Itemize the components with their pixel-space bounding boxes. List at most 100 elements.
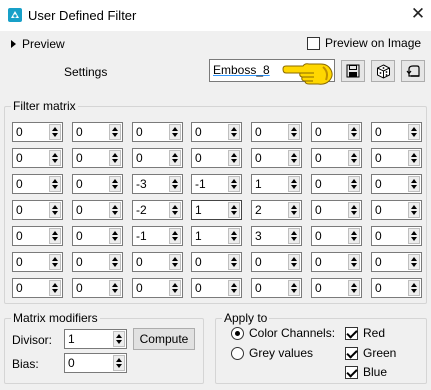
spin-up-icon[interactable] — [409, 125, 419, 132]
spin-down-icon[interactable] — [289, 184, 299, 191]
matrix-cell[interactable]: 0 — [371, 148, 422, 168]
matrix-cell[interactable]: 0 — [72, 226, 123, 246]
spin-up-icon[interactable] — [289, 125, 299, 132]
matrix-cell[interactable]: -1 — [132, 226, 183, 246]
matrix-cell-value[interactable]: 0 — [372, 201, 408, 219]
matrix-cell[interactable]: 0 — [371, 252, 422, 272]
bias-value[interactable]: 0 — [65, 354, 113, 372]
spin-up-icon[interactable] — [349, 203, 359, 210]
spin-down-icon[interactable] — [170, 288, 180, 295]
matrix-cell-value[interactable]: 0 — [133, 279, 169, 297]
matrix-cell[interactable]: 0 — [132, 122, 183, 142]
matrix-cell-spinner[interactable] — [288, 254, 300, 270]
spin-down-icon[interactable] — [50, 288, 60, 295]
matrix-cell[interactable]: 0 — [132, 278, 183, 298]
matrix-cell[interactable]: 0 — [72, 252, 123, 272]
spin-up-icon[interactable] — [110, 281, 120, 288]
spin-down-icon[interactable] — [229, 236, 239, 243]
matrix-cell-spinner[interactable] — [408, 280, 420, 296]
spin-down-icon[interactable] — [50, 262, 60, 269]
matrix-cell-spinner[interactable] — [49, 124, 61, 140]
grey-values-radio[interactable]: Grey values — [231, 346, 313, 360]
spin-up-icon[interactable] — [50, 151, 60, 158]
matrix-cell-spinner[interactable] — [109, 202, 121, 218]
spin-down-icon[interactable] — [289, 158, 299, 165]
matrix-cell-value[interactable]: 0 — [73, 201, 109, 219]
matrix-cell-spinner[interactable] — [348, 124, 360, 140]
matrix-cell-spinner[interactable] — [49, 228, 61, 244]
spin-down-icon[interactable] — [110, 236, 120, 243]
spin-down-icon[interactable] — [349, 236, 359, 243]
matrix-cell-spinner[interactable] — [288, 176, 300, 192]
spin-up-icon[interactable] — [229, 203, 239, 210]
spin-up-icon[interactable] — [289, 151, 299, 158]
spin-down-icon[interactable] — [229, 132, 239, 139]
spin-up-icon[interactable] — [409, 151, 419, 158]
matrix-cell-value[interactable]: 0 — [372, 149, 408, 167]
spin-down-icon[interactable] — [50, 132, 60, 139]
spin-up-icon[interactable] — [349, 229, 359, 236]
matrix-cell[interactable]: 0 — [191, 252, 242, 272]
matrix-cell[interactable]: 3 — [251, 226, 302, 246]
preview-on-image-checkbox[interactable]: Preview on Image — [307, 36, 421, 50]
red-check-box[interactable] — [345, 326, 358, 340]
matrix-cell-spinner[interactable] — [228, 150, 240, 166]
matrix-cell-spinner[interactable] — [348, 254, 360, 270]
matrix-cell-spinner[interactable] — [109, 150, 121, 166]
spin-down-icon[interactable] — [349, 158, 359, 165]
matrix-cell-value[interactable]: 0 — [372, 279, 408, 297]
matrix-cell[interactable]: 0 — [191, 278, 242, 298]
matrix-cell-spinner[interactable] — [169, 280, 181, 296]
matrix-cell[interactable]: 0 — [251, 252, 302, 272]
matrix-cell-spinner[interactable] — [169, 124, 181, 140]
spin-down-icon[interactable] — [110, 288, 120, 295]
matrix-cell-value[interactable]: 0 — [312, 253, 348, 271]
spin-down-icon[interactable] — [349, 288, 359, 295]
save-preset-button[interactable] — [341, 60, 365, 82]
matrix-cell-spinner[interactable] — [408, 254, 420, 270]
spin-down-icon[interactable] — [50, 158, 60, 165]
matrix-cell-value[interactable]: 0 — [312, 149, 348, 167]
blue-check-box[interactable] — [345, 365, 358, 379]
matrix-cell-spinner[interactable] — [348, 228, 360, 244]
matrix-cell-value[interactable]: 0 — [252, 279, 288, 297]
matrix-cell-spinner[interactable] — [169, 254, 181, 270]
spin-up-icon[interactable] — [50, 229, 60, 236]
matrix-cell[interactable]: 0 — [12, 226, 63, 246]
matrix-cell-value[interactable]: 0 — [252, 253, 288, 271]
matrix-cell[interactable]: 1 — [191, 200, 242, 220]
reset-button[interactable] — [401, 60, 425, 82]
spin-up-icon[interactable] — [229, 229, 239, 236]
matrix-cell-spinner[interactable] — [288, 202, 300, 218]
spin-down-icon[interactable] — [229, 262, 239, 269]
matrix-cell-spinner[interactable] — [109, 254, 121, 270]
matrix-cell[interactable]: 0 — [191, 122, 242, 142]
spin-down-icon[interactable] — [349, 184, 359, 191]
matrix-cell-spinner[interactable] — [109, 280, 121, 296]
spin-up-icon[interactable] — [229, 151, 239, 158]
matrix-cell[interactable]: 0 — [12, 122, 63, 142]
matrix-cell-spinner[interactable] — [169, 228, 181, 244]
matrix-cell-value[interactable]: 0 — [192, 253, 228, 271]
matrix-cell-spinner[interactable] — [408, 150, 420, 166]
matrix-cell-spinner[interactable] — [408, 202, 420, 218]
matrix-cell-value[interactable]: 0 — [73, 227, 109, 245]
matrix-cell[interactable]: 0 — [251, 278, 302, 298]
spin-up-icon[interactable] — [110, 151, 120, 158]
matrix-cell[interactable]: 0 — [191, 148, 242, 168]
matrix-cell-value[interactable]: 0 — [13, 279, 49, 297]
spin-up-icon[interactable] — [409, 177, 419, 184]
compute-button[interactable]: Compute — [133, 328, 195, 350]
matrix-cell-value[interactable]: -1 — [133, 227, 169, 245]
matrix-cell-spinner[interactable] — [348, 280, 360, 296]
matrix-cell-spinner[interactable] — [228, 124, 240, 140]
matrix-cell[interactable]: -3 — [132, 174, 183, 194]
matrix-cell[interactable]: 0 — [132, 252, 183, 272]
matrix-cell-value[interactable]: 0 — [133, 123, 169, 141]
matrix-cell-value[interactable]: 0 — [372, 227, 408, 245]
matrix-cell[interactable]: 0 — [371, 174, 422, 194]
spin-up-icon[interactable] — [110, 177, 120, 184]
matrix-cell[interactable]: 0 — [371, 122, 422, 142]
matrix-cell-spinner[interactable] — [49, 176, 61, 192]
matrix-cell[interactable]: 0 — [12, 200, 63, 220]
